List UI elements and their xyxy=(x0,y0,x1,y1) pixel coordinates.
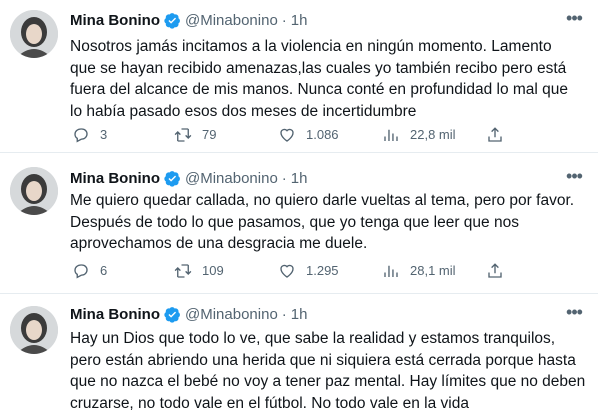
share-button[interactable] xyxy=(486,261,514,281)
views-count: 28,1 mil xyxy=(410,263,456,278)
reply-count: 3 xyxy=(100,127,108,142)
timestamp[interactable]: 1h xyxy=(291,12,308,29)
tweet-header: Mina Bonino @Minabonino · 1h xyxy=(70,304,307,324)
share-button[interactable] xyxy=(486,125,514,145)
reply-icon xyxy=(74,128,88,143)
views-icon xyxy=(384,265,398,277)
share-icon xyxy=(488,127,502,142)
views-button[interactable]: 28,1 mil xyxy=(382,261,456,281)
tweet-actions: 3 79 1.086 22,8 mil xyxy=(70,125,580,145)
author-handle[interactable]: @Minabonino xyxy=(185,170,278,187)
avatar[interactable] xyxy=(10,306,58,354)
reply-icon xyxy=(74,264,88,279)
verified-badge-icon xyxy=(164,170,180,187)
retweet-count: 109 xyxy=(202,263,224,278)
retweet-icon xyxy=(174,128,192,142)
like-count: 1.086 xyxy=(306,127,339,142)
retweet-button[interactable]: 109 xyxy=(174,261,224,281)
like-button[interactable]: 1.295 xyxy=(278,261,339,281)
heart-icon xyxy=(280,128,294,142)
more-icon[interactable]: ••• xyxy=(564,9,584,32)
author-name[interactable]: Mina Bonino xyxy=(70,12,160,29)
views-count: 22,8 mil xyxy=(410,127,456,142)
like-button[interactable]: 1.086 xyxy=(278,125,339,145)
tweet-header: Mina Bonino @Minabonino · 1h xyxy=(70,168,307,188)
heart-icon xyxy=(280,264,294,278)
views-button[interactable]: 22,8 mil xyxy=(382,125,456,145)
separator-dot: · xyxy=(281,11,287,29)
retweet-button[interactable]: 79 xyxy=(174,125,216,145)
author-handle[interactable]: @Minabonino xyxy=(185,306,278,323)
reply-button[interactable]: 3 xyxy=(72,125,107,145)
tweet-text: Hay un Dios que todo lo ve, que sabe la … xyxy=(70,330,586,412)
views-icon xyxy=(384,129,398,141)
reply-button[interactable]: 6 xyxy=(72,261,107,281)
like-count: 1.295 xyxy=(306,263,339,278)
tweet-header: Mina Bonino @Minabonino · 1h xyxy=(70,10,307,30)
more-icon[interactable]: ••• xyxy=(564,167,584,190)
tweet-text: Me quiero quedar callada, no quiero darl… xyxy=(70,192,575,252)
tweet-text: Nosotros jamás incitamos a la violencia … xyxy=(70,38,569,120)
tweet-2[interactable]: Mina Bonino @Minabonino · 1h ••• Me quie… xyxy=(0,153,598,291)
timestamp[interactable]: 1h xyxy=(291,170,308,187)
more-icon[interactable]: ••• xyxy=(564,303,584,326)
tweet-actions: 6 109 1.295 28,1 mil xyxy=(70,261,580,281)
avatar[interactable] xyxy=(10,167,58,215)
reply-count: 6 xyxy=(100,263,108,278)
avatar[interactable] xyxy=(10,10,58,58)
tweet-1[interactable]: Mina Bonino @Minabonino · 1h ••• Nosotro… xyxy=(0,0,598,150)
author-name[interactable]: Mina Bonino xyxy=(70,170,160,187)
retweet-icon xyxy=(174,264,192,278)
retweet-count: 79 xyxy=(202,127,217,142)
verified-badge-icon xyxy=(164,306,180,323)
timestamp[interactable]: 1h xyxy=(291,306,308,323)
verified-badge-icon xyxy=(164,12,180,29)
separator-dot: · xyxy=(281,169,287,187)
tweet-3[interactable]: Mina Bonino @Minabonino · 1h ••• Hay un … xyxy=(0,294,598,412)
separator-dot: · xyxy=(281,305,287,323)
author-handle[interactable]: @Minabonino xyxy=(185,12,278,29)
share-icon xyxy=(488,263,502,278)
author-name[interactable]: Mina Bonino xyxy=(70,306,160,323)
